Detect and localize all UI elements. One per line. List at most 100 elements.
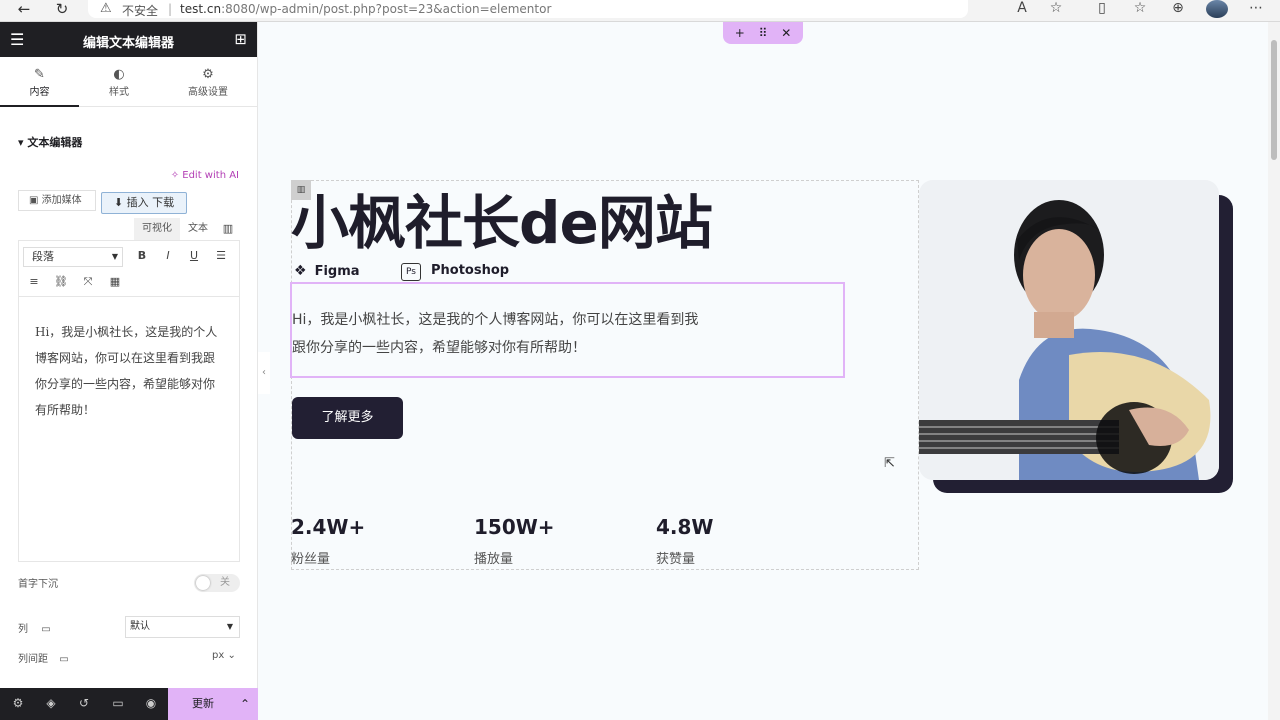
italic-icon[interactable]: I <box>159 249 177 262</box>
tab-advanced-label: 高级设置 <box>188 87 228 98</box>
tab-text[interactable]: 文本 <box>180 218 216 240</box>
insert-download-label: 插入 下载 <box>126 196 175 209</box>
column-gap-label-text: 列间距 <box>18 654 48 665</box>
unit-value: px <box>212 650 225 661</box>
url-host: test.cn <box>180 2 222 16</box>
url-path: :8080/wp-admin/post.php?post=23&action=e… <box>221 2 552 16</box>
collapse-panel-button[interactable]: ‹ <box>258 352 270 394</box>
download-icon: ⬇ <box>113 196 124 209</box>
media-icon: ▣ <box>29 195 39 206</box>
insecure-label: 不安全 <box>122 4 159 18</box>
chevron-down-icon: ▼ <box>226 622 233 631</box>
add-media-label: 添加媒体 <box>41 195 82 206</box>
address-separator: | <box>168 2 173 16</box>
url-text: test.cn:8080/wp-admin/post.php?post=23&a… <box>180 2 551 16</box>
split-screen-icon[interactable]: ▯ <box>1092 0 1112 16</box>
mouse-cursor-icon: ⇱ <box>884 456 895 471</box>
stat-label: 粉丝量 <box>291 552 331 567</box>
bullet-list-icon[interactable]: ☰ <box>212 249 230 262</box>
address-bar[interactable]: ⚠ 不安全 | test.cn:8080/wp-admin/post.php?p… <box>88 0 968 18</box>
history-icon[interactable]: ↺ <box>74 696 94 710</box>
section-title: 文本编辑器 <box>27 136 83 149</box>
section-handle[interactable]: + ⠿ ✕ <box>723 22 803 44</box>
link-icon[interactable]: ⛓ <box>52 275 70 288</box>
drop-cap-label: 首字下沉 <box>18 579 58 590</box>
widgets-grid-icon[interactable]: ⊞ <box>234 30 247 48</box>
tab-content[interactable]: ✎ 内容 <box>0 57 79 107</box>
columns-label: 列 ▭ <box>18 620 51 635</box>
editor-content[interactable]: Hi，我是小枫社长，这是我的个人博客网站，你可以在这里看到我跟你分享的一些内容，… <box>19 297 239 445</box>
stat-value: 4.8W <box>656 515 714 539</box>
format-value: 段落 <box>32 250 54 263</box>
gear-icon: ⚙ <box>202 67 214 82</box>
rich-text-editor[interactable]: 段落 ▼ B I U ☰ ≡ ⛓ ⤧ ▦ Hi，我是小枫社长，这是我的个人博客网站… <box>18 240 240 562</box>
panel-footer: ⚙ ◈ ↺ ▭ ◉ 更新 ⌃ <box>0 688 258 720</box>
drag-icon[interactable]: ⠿ <box>759 26 768 40</box>
hero-headline[interactable]: 小枫社长de网站 <box>291 176 713 260</box>
paragraph-format-select[interactable]: 段落 ▼ <box>23 247 123 267</box>
warning-icon: ⚠ <box>100 1 112 16</box>
intro-line-2: 跟你分享的一些内容，希望能够对你有所帮助！ <box>292 340 586 356</box>
bold-icon[interactable]: B <box>133 249 151 262</box>
editor-toolbar: 段落 ▼ B I U ☰ ≡ ⛓ ⤧ ▦ <box>19 241 239 297</box>
stat-label: 播放量 <box>474 552 514 567</box>
photoshop-icon: Ps <box>401 263 421 281</box>
intro-text[interactable]: Hi，我是小枫社长，这是我的个人博客网站，你可以在这里看到我 跟你分享的一些内容… <box>292 306 752 362</box>
update-button[interactable]: 更新 ⌃ <box>168 688 258 720</box>
desktop-icon: ▭ <box>59 654 69 665</box>
intro-line-1: Hi，我是小枫社长，这是我的个人博客网站，你可以在这里看到我 <box>292 312 699 328</box>
photo-illustration <box>919 180 1219 480</box>
skill-photoshop: Ps Photoshop <box>401 263 509 281</box>
stat-value: 2.4W+ <box>291 515 366 539</box>
insert-download-button[interactable]: ⬇ 插入 下载 <box>101 192 187 214</box>
keyboard-icon[interactable]: ▦ <box>106 275 124 288</box>
more-icon[interactable]: ⋯ <box>1246 0 1266 16</box>
back-icon[interactable]: ← <box>12 0 36 20</box>
fullscreen-icon[interactable]: ⤧ <box>79 275 97 289</box>
figma-icon: ❖ <box>294 263 307 279</box>
profile-photo[interactable] <box>919 180 1219 480</box>
add-media-button[interactable]: ▣ 添加媒体 <box>18 190 96 211</box>
scrollbar-thumb[interactable] <box>1271 40 1277 160</box>
add-icon[interactable]: + <box>735 26 745 40</box>
skill-photoshop-label: Photoshop <box>431 263 510 278</box>
responsive-icon[interactable]: ▭ <box>108 696 128 710</box>
skill-figma-label: Figma <box>314 264 360 279</box>
tab-visual[interactable]: 可视化 <box>134 218 180 240</box>
preview-eye-icon[interactable]: ◉ <box>141 696 161 710</box>
delete-icon[interactable]: ▥ <box>219 222 237 235</box>
numbered-list-icon[interactable]: ≡ <box>25 275 43 288</box>
favorites-icon[interactable]: ☆ <box>1130 0 1150 16</box>
section-toggle[interactable]: ▾ 文本编辑器 <box>18 134 82 150</box>
skill-figma: ❖ Figma <box>294 263 360 279</box>
chevron-up-icon[interactable]: ⌃ <box>240 688 250 720</box>
underline-icon[interactable]: U <box>185 249 203 262</box>
panel-tabs: ✎ 内容 ◐ 样式 ⚙ 高级设置 <box>0 57 257 107</box>
columns-label-text: 列 <box>18 624 28 635</box>
unit-select[interactable]: px ⌄ <box>212 650 236 661</box>
close-icon[interactable]: ✕ <box>781 26 791 40</box>
read-aloud-icon[interactable]: A <box>1012 0 1032 16</box>
panel-title: 编辑文本编辑器 <box>82 36 174 51</box>
tab-content-label: 内容 <box>29 87 50 98</box>
profile-avatar[interactable] <box>1206 0 1228 18</box>
columns-select[interactable]: 默认 ▼ <box>125 616 240 638</box>
edit-with-ai-link[interactable]: ✧ Edit with AI <box>171 170 239 181</box>
desktop-icon: ▭ <box>41 624 51 635</box>
edit-with-ai-label: Edit with AI <box>182 170 239 181</box>
update-label: 更新 <box>192 697 214 710</box>
layers-icon[interactable]: ◈ <box>41 696 61 710</box>
favorite-star-icon[interactable]: ☆ <box>1046 0 1066 16</box>
learn-more-button[interactable]: 了解更多 <box>292 397 403 439</box>
tab-style[interactable]: ◐ 样式 <box>79 57 159 107</box>
tab-style-label: 样式 <box>109 87 129 98</box>
drop-cap-toggle[interactable]: 关 <box>194 574 240 592</box>
tab-advanced[interactable]: ⚙ 高级设置 <box>159 57 257 107</box>
collections-icon[interactable]: ⊕ <box>1168 0 1188 16</box>
browser-toolbar: ← ↻ ⚠ 不安全 | test.cn:8080/wp-admin/post.p… <box>0 0 1280 22</box>
reload-icon[interactable]: ↻ <box>50 0 74 20</box>
columns-value: 默认 <box>130 621 150 632</box>
contrast-icon: ◐ <box>113 67 125 82</box>
panel-header: ☰ 编辑文本编辑器 ⊞ <box>0 22 257 57</box>
settings-icon[interactable]: ⚙ <box>8 696 28 710</box>
